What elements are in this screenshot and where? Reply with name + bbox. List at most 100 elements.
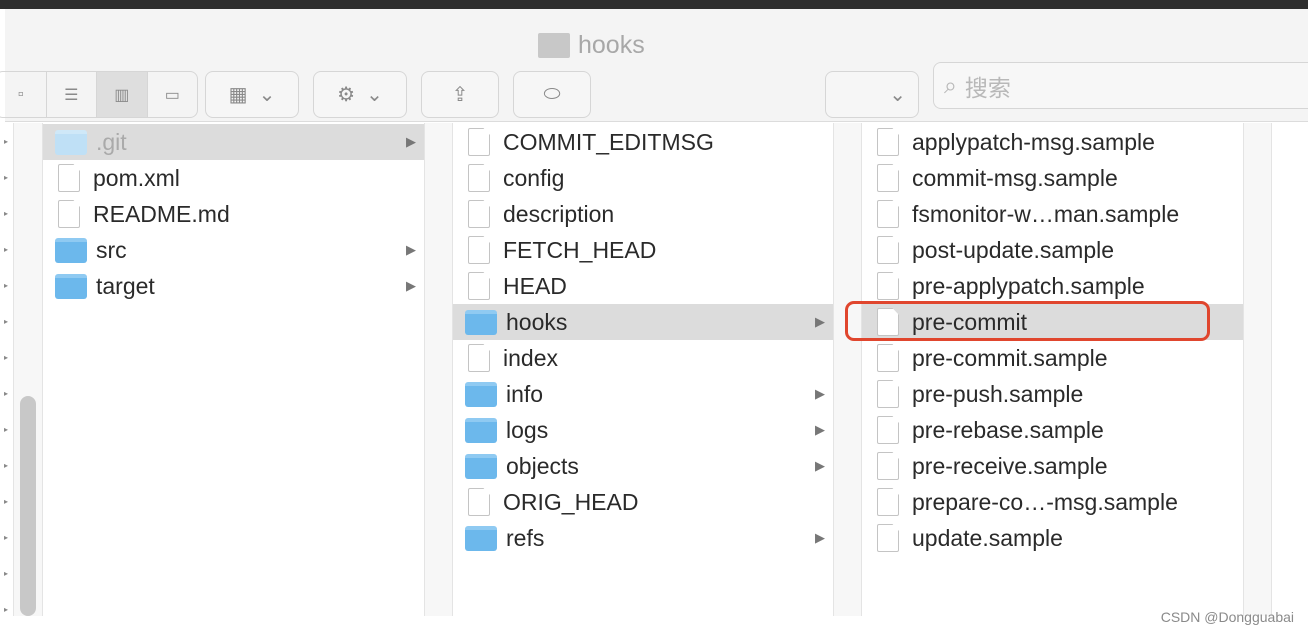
list-item[interactable]: description — [453, 196, 833, 232]
disclosure-arrow-icon: ▶ — [815, 314, 825, 329]
list-item[interactable]: applypatch-msg.sample — [862, 124, 1243, 160]
collapsed-arrow-icon: ▸ — [4, 569, 9, 578]
list-item[interactable]: pre-push.sample — [862, 376, 1243, 412]
column-3: applypatch-msg.sample commit-msg.sample fs… — [862, 123, 1243, 616]
file-icon — [877, 524, 899, 552]
list-item[interactable]: pre-rebase.sample — [862, 412, 1243, 448]
item-name: fsmonitor-w…man.sample — [912, 200, 1180, 227]
item-name: objects — [506, 452, 579, 479]
view-mode-control[interactable]: ▫ ☰ ▥ ▭ — [0, 71, 198, 118]
item-name: README.md — [93, 200, 230, 227]
item-name: index — [503, 344, 558, 371]
share-icon: ⇪ — [451, 84, 469, 106]
list-item[interactable]: pre-receive.sample — [862, 448, 1243, 484]
window-title-text: hooks — [578, 31, 645, 59]
folder-icon — [55, 129, 87, 155]
column-1: .git ▶ pom.xml README.md src ▶ target ▶ — [43, 123, 424, 616]
tag-button[interactable]: ⬭ — [513, 71, 591, 118]
item-name: pre-push.sample — [912, 380, 1084, 407]
item-name: pre-applypatch.sample — [912, 272, 1145, 299]
chevron-down-icon: ⌄ — [258, 84, 276, 106]
list-item[interactable]: config — [453, 160, 833, 196]
file-icon — [877, 200, 899, 228]
group-button[interactable]: ▦ ⌄ — [205, 71, 299, 118]
list-item[interactable]: README.md — [43, 196, 424, 232]
column-divider[interactable] — [424, 123, 453, 616]
list-item[interactable]: index — [453, 340, 833, 376]
list-view-button[interactable]: ☰ — [47, 72, 97, 117]
list-item[interactable]: post-update.sample — [862, 232, 1243, 268]
list-item[interactable]: pre-applypatch.sample — [862, 268, 1243, 304]
folder-icon — [465, 417, 497, 443]
list-item[interactable]: HEAD — [453, 268, 833, 304]
tag-icon: ⬭ — [543, 83, 561, 105]
gear-icon: ⚙ — [337, 84, 356, 106]
folder-icon — [465, 309, 497, 335]
item-name: logs — [506, 416, 549, 443]
list-item[interactable]: COMMIT_EDITMSG — [453, 124, 833, 160]
icon-view-button[interactable]: ▫ — [0, 72, 47, 117]
list-item[interactable]: info ▶ — [453, 376, 833, 412]
list-item[interactable]: objects ▶ — [453, 448, 833, 484]
folder-icon — [55, 273, 87, 299]
watermark: CSDN @Dongguabai — [1160, 609, 1294, 625]
scrollbar[interactable] — [20, 396, 36, 616]
gallery-view-button[interactable]: ▭ — [148, 72, 198, 117]
folder-icon — [465, 453, 497, 479]
item-name: applypatch-msg.sample — [912, 128, 1155, 155]
action-button[interactable]: ⚙ ⌄ — [313, 71, 407, 118]
column-divider[interactable] — [1243, 123, 1272, 616]
file-icon — [468, 236, 490, 264]
dropdown-button[interactable]: ⌄ — [825, 71, 919, 118]
disclosure-arrow-icon: ▶ — [815, 386, 825, 401]
list-item[interactable]: target ▶ — [43, 268, 424, 304]
list-item[interactable]: hooks ▶ — [453, 304, 833, 340]
item-name: HEAD — [503, 272, 567, 299]
column-divider[interactable] — [833, 123, 862, 616]
file-icon — [58, 164, 80, 192]
item-name: prepare-co…-msg.sample — [912, 488, 1178, 515]
share-button[interactable]: ⇪ — [421, 71, 499, 118]
list-item[interactable]: ORIG_HEAD — [453, 484, 833, 520]
search-input[interactable]: ⌕ 搜索 — [933, 62, 1308, 109]
collapsed-arrow-icon: ▸ — [4, 605, 9, 614]
window-top-edge — [0, 0, 1308, 9]
list-item[interactable]: logs ▶ — [453, 412, 833, 448]
list-item[interactable]: update.sample — [862, 520, 1243, 556]
folder-icon — [538, 33, 570, 58]
item-name: post-update.sample — [912, 236, 1115, 263]
collapsed-arrow-icon: ▸ — [4, 281, 9, 290]
search-icon: ⌕ — [944, 72, 957, 98]
list-item[interactable]: .git ▶ — [43, 124, 424, 160]
search-placeholder: 搜索 — [964, 74, 1011, 101]
file-icon — [468, 272, 490, 300]
column-view-button[interactable]: ▥ — [97, 72, 148, 117]
item-name: target — [96, 272, 155, 299]
item-name: pom.xml — [93, 164, 180, 191]
list-item[interactable]: pre-commit.sample — [862, 340, 1243, 376]
folder-icon — [465, 525, 497, 551]
file-icon — [877, 164, 899, 192]
disclosure-arrow-icon: ▶ — [815, 530, 825, 545]
list-item[interactable]: refs ▶ — [453, 520, 833, 556]
collapsed-arrow-icon: ▸ — [4, 461, 9, 470]
file-icon — [468, 164, 490, 192]
disclosure-arrow-icon: ▶ — [406, 242, 416, 257]
list-item[interactable]: pom.xml — [43, 160, 424, 196]
file-icon — [877, 452, 899, 480]
item-name: refs — [506, 524, 545, 551]
item-name: hooks — [506, 308, 568, 335]
file-icon — [468, 200, 490, 228]
list-item[interactable]: src ▶ — [43, 232, 424, 268]
file-icon — [877, 236, 899, 264]
list-item[interactable]: prepare-co…-msg.sample — [862, 484, 1243, 520]
item-name: update.sample — [912, 524, 1063, 551]
list-item[interactable]: commit-msg.sample — [862, 160, 1243, 196]
list-item[interactable]: FETCH_HEAD — [453, 232, 833, 268]
file-icon — [877, 272, 899, 300]
list-item[interactable]: fsmonitor-w…man.sample — [862, 196, 1243, 232]
file-icon — [877, 416, 899, 444]
item-name: info — [506, 380, 544, 407]
item-name: src — [96, 236, 127, 263]
collapsed-arrow-icon: ▸ — [4, 533, 9, 542]
